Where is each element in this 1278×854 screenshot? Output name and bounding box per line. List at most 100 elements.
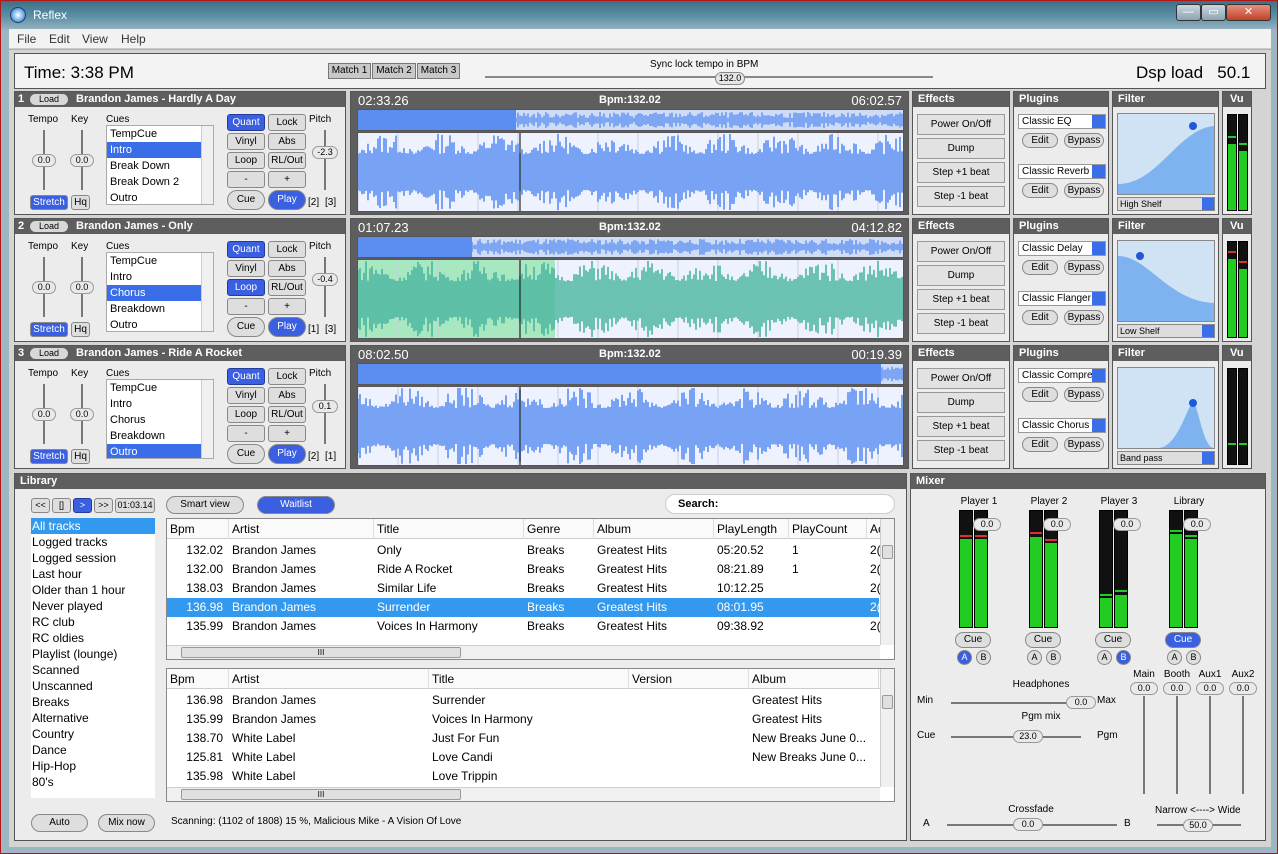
column-header[interactable]: PlayCount xyxy=(789,519,867,539)
channel-b-button[interactable]: B xyxy=(1186,650,1201,665)
scrollbar-thumb[interactable]: III xyxy=(181,647,461,658)
cue-item[interactable]: Breakdown xyxy=(107,301,213,317)
cue-item[interactable]: Intro xyxy=(107,269,213,285)
loop-plus-button[interactable]: + xyxy=(268,171,306,188)
plugin-slot[interactable]: Classic EQ xyxy=(1018,114,1106,129)
cue-item[interactable]: Outro xyxy=(107,444,213,458)
filter-type-select[interactable]: Band pass xyxy=(1117,451,1215,465)
quant-button[interactable]: Quant xyxy=(227,114,265,131)
rl-out-button[interactable]: RL/Out xyxy=(268,279,306,296)
pitch-value[interactable]: 0.1 xyxy=(312,400,338,413)
cue-item[interactable]: Chorus xyxy=(107,412,213,428)
rl-out-button[interactable]: RL/Out xyxy=(268,152,306,169)
play-button[interactable]: Play xyxy=(268,190,306,210)
filter-curve[interactable] xyxy=(1117,240,1215,322)
menu-file[interactable]: File xyxy=(17,32,36,46)
stereo-width-value[interactable]: 50.0 xyxy=(1183,819,1213,832)
table-row[interactable]: 135.99 Brandon James Voices In Harmony Grea… xyxy=(167,710,879,729)
channel-gain[interactable]: 0.0 xyxy=(1183,518,1211,531)
library-category[interactable]: Older than 1 hour xyxy=(31,582,155,598)
output-level[interactable]: 0.0 xyxy=(1229,682,1257,695)
plugin-bypass-button[interactable]: Bypass xyxy=(1064,260,1104,275)
beat-jump-1[interactable]: [2] xyxy=(308,197,319,208)
cue-list-scrollbar[interactable] xyxy=(201,253,213,331)
beat-jump-2[interactable]: [3] xyxy=(325,197,336,208)
tempo-value[interactable]: 0.0 xyxy=(32,281,56,294)
beat-jump-1[interactable]: [2] xyxy=(308,451,319,462)
table-row[interactable]: 136.98 Brandon James Surrender Breaks Greate… xyxy=(167,598,881,617)
cue-item[interactable]: Break Down 2 xyxy=(107,174,213,190)
library-category[interactable]: RC oldies xyxy=(31,630,155,646)
maximize-button[interactable]: ▭ xyxy=(1201,4,1226,21)
channel-b-button[interactable]: B xyxy=(1046,650,1061,665)
quant-button[interactable]: Quant xyxy=(227,368,265,385)
filter-handle[interactable] xyxy=(1136,252,1144,260)
track-overview[interactable] xyxy=(357,363,904,385)
forward-button[interactable]: >> xyxy=(94,498,113,513)
auto-button[interactable]: Auto xyxy=(31,814,88,832)
plugin-dropdown-icon[interactable] xyxy=(1092,369,1105,382)
plugin-bypass-button[interactable]: Bypass xyxy=(1064,310,1104,325)
stretch-button[interactable]: Stretch xyxy=(30,195,68,210)
cue-item[interactable]: Intro xyxy=(107,142,213,158)
library-category[interactable]: Scanned xyxy=(31,662,155,678)
filter-handle[interactable] xyxy=(1189,122,1197,130)
hq-button[interactable]: Hq xyxy=(71,195,90,210)
output-level[interactable]: 0.0 xyxy=(1130,682,1158,695)
plugin-slot[interactable]: Classic Delay xyxy=(1018,241,1106,256)
column-header[interactable]: Album xyxy=(594,519,714,539)
stop-button[interactable]: [] xyxy=(52,498,71,513)
column-header[interactable]: Album xyxy=(749,669,879,689)
loop-minus-button[interactable]: - xyxy=(227,425,265,442)
effect-button[interactable]: Dump xyxy=(917,392,1005,413)
channel-cue-button[interactable]: Cue xyxy=(1165,632,1201,648)
pitch-slider[interactable] xyxy=(324,130,326,190)
hq-button[interactable]: Hq xyxy=(71,449,90,464)
channel-a-button[interactable]: A xyxy=(1167,650,1182,665)
pitch-slider[interactable] xyxy=(324,384,326,444)
vertical-scrollbar[interactable] xyxy=(880,519,894,645)
load-button[interactable]: Load xyxy=(30,221,68,232)
play-button[interactable]: Play xyxy=(268,444,306,464)
cue-item[interactable]: Outro xyxy=(107,190,213,204)
channel-cue-button[interactable]: Cue xyxy=(1025,632,1061,648)
beat-jump-2[interactable]: [1] xyxy=(325,451,336,462)
plugin-slot[interactable]: Classic Flanger xyxy=(1018,291,1106,306)
plugin-dropdown-icon[interactable] xyxy=(1092,292,1105,305)
library-category[interactable]: All tracks xyxy=(31,518,155,534)
effect-button[interactable]: Step +1 beat xyxy=(917,162,1005,183)
match-1-button[interactable]: Match 1 xyxy=(328,63,371,79)
rl-out-button[interactable]: RL/Out xyxy=(268,406,306,423)
cue-list[interactable]: TempCue Intro Chorus Breakdown Outro xyxy=(106,379,214,459)
plugin-bypass-button[interactable]: Bypass xyxy=(1064,387,1104,402)
waveform-view[interactable] xyxy=(357,386,904,466)
table-row[interactable]: 138.70 White Label Just For Fun New Breaks … xyxy=(167,729,879,748)
filter-dropdown-icon[interactable] xyxy=(1202,452,1214,464)
table-row[interactable]: 132.02 Brandon James Only Breaks Greatest Hi… xyxy=(167,541,880,560)
channel-cue-button[interactable]: Cue xyxy=(955,632,991,648)
column-header[interactable]: Artist xyxy=(229,519,374,539)
play-preview-button[interactable]: > xyxy=(73,498,92,513)
match-3-button[interactable]: Match 3 xyxy=(417,63,460,79)
lock-button[interactable]: Lock xyxy=(268,241,306,258)
loop-plus-button[interactable]: + xyxy=(268,425,306,442)
pgm-mix-value[interactable]: 23.0 xyxy=(1013,730,1043,743)
effect-button[interactable]: Power On/Off xyxy=(917,114,1005,135)
table-row[interactable]: 135.99 Brandon James Voices In Harmony Brea… xyxy=(167,617,880,636)
channel-gain[interactable]: 0.0 xyxy=(973,518,1001,531)
cue-item[interactable]: TempCue xyxy=(107,380,213,396)
load-button[interactable]: Load xyxy=(30,94,68,105)
effect-button[interactable]: Dump xyxy=(917,138,1005,159)
load-button[interactable]: Load xyxy=(30,348,68,359)
play-button[interactable]: Play xyxy=(268,317,306,337)
menu-help[interactable]: Help xyxy=(121,32,146,46)
channel-a-button[interactable]: A xyxy=(1097,650,1112,665)
cue-item[interactable]: Chorus xyxy=(107,285,213,301)
beat-jump-1[interactable]: [1] xyxy=(308,324,319,335)
plugin-edit-button[interactable]: Edit xyxy=(1022,437,1058,452)
filter-curve[interactable] xyxy=(1117,367,1215,449)
output-slider[interactable] xyxy=(1209,696,1211,794)
cue-item[interactable]: TempCue xyxy=(107,253,213,269)
track-overview[interactable] xyxy=(357,109,904,131)
plugin-bypass-button[interactable]: Bypass xyxy=(1064,183,1104,198)
